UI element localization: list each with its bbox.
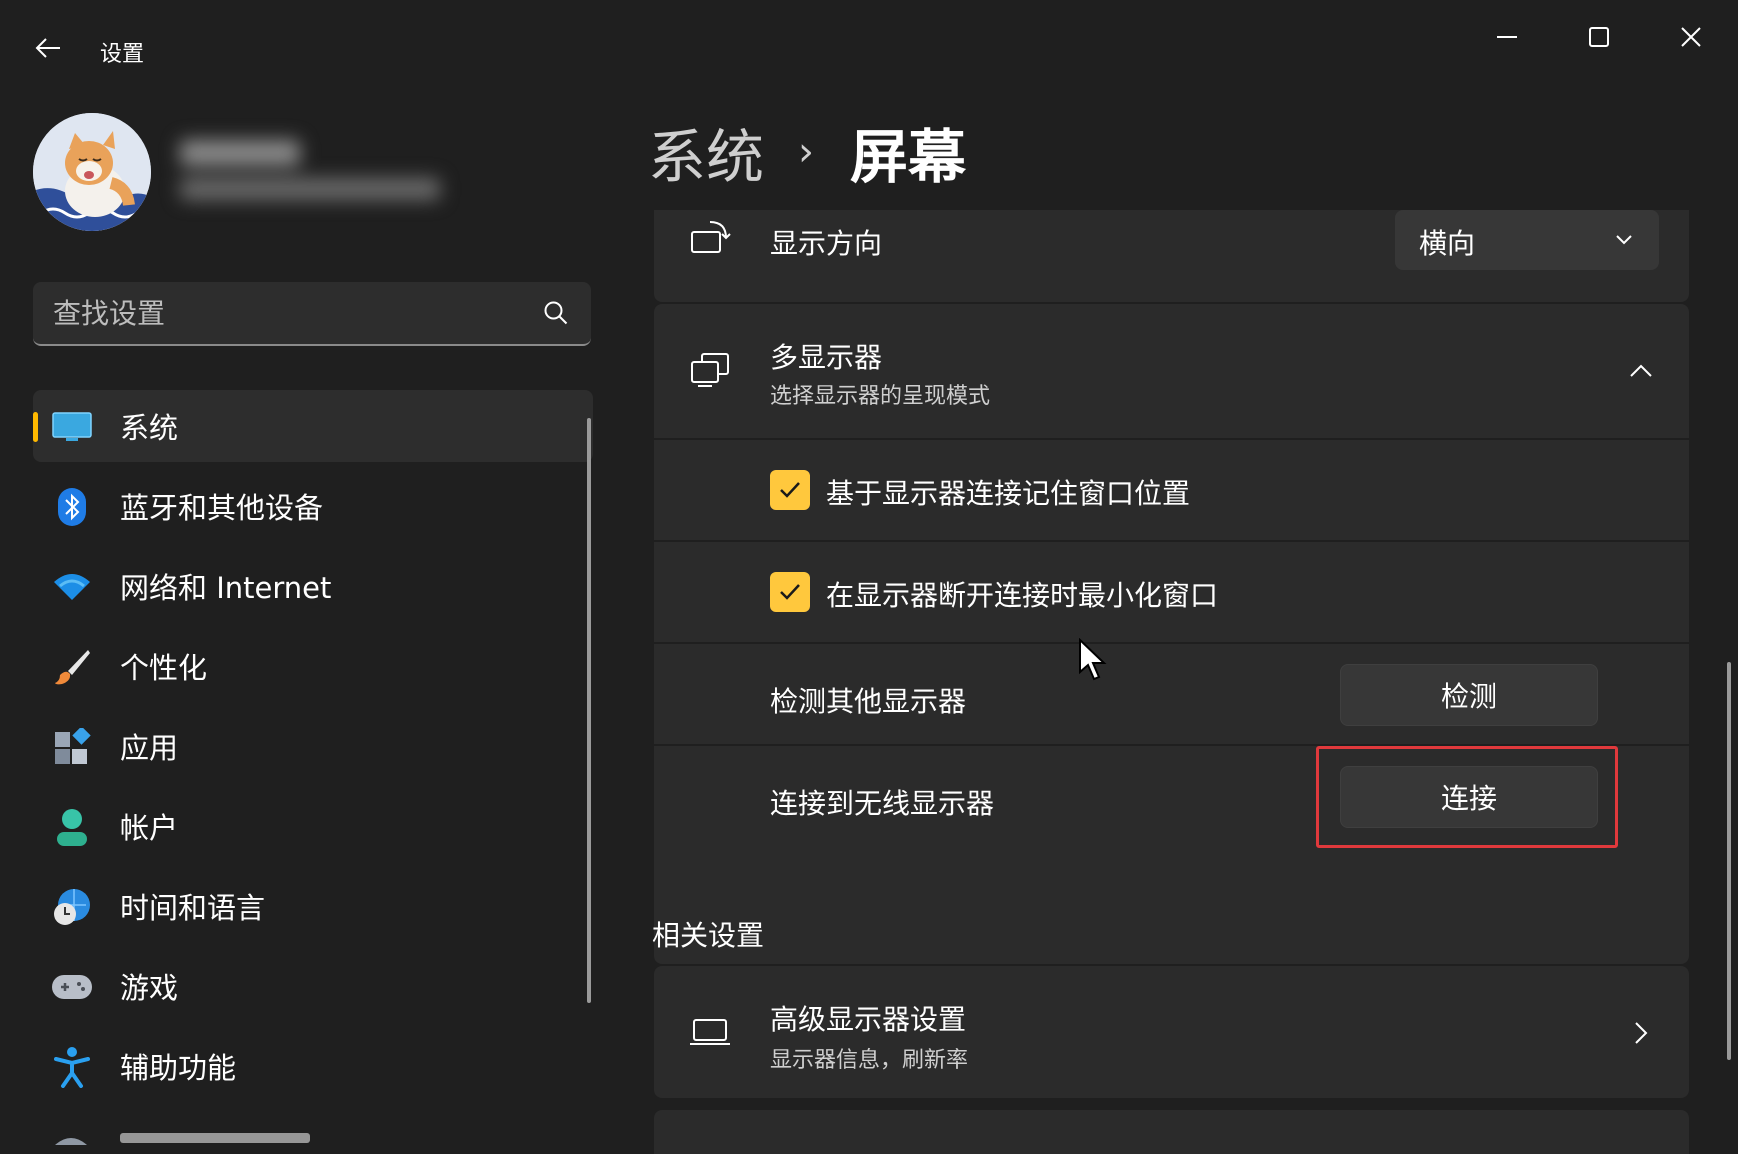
sidebar-item-apps[interactable]: 应用 (33, 710, 593, 782)
sidebar-item-network[interactable]: 网络和 Internet (33, 550, 593, 622)
screen-rotate-icon (691, 221, 731, 253)
search-input[interactable] (53, 282, 523, 344)
minimize-button[interactable] (1472, 12, 1542, 62)
advanced-display-subtitle: 显示器信息，刷新率 (770, 1048, 969, 1073)
chevron-down-icon (1616, 235, 1632, 245)
sidebar-item-label: 网络和 Internet (120, 571, 332, 605)
apps-icon (51, 726, 93, 768)
maximize-icon (1589, 27, 1609, 47)
connect-button-highlight (1316, 746, 1618, 848)
sidebar-item-label: 应用 (120, 731, 179, 765)
gamepad-icon (51, 966, 93, 1008)
minimize-window-checkbox[interactable] (770, 572, 810, 612)
sidebar-item-bluetooth[interactable]: 蓝牙和其他设备 (33, 470, 593, 542)
minimize-window-label[interactable]: 在显示器断开连接时最小化窗口 (826, 574, 1218, 614)
accessibility-icon (51, 1046, 93, 1088)
detect-displays-row: 检测其他显示器 检测 (654, 644, 1689, 744)
sidebar-item-label: 时间和语言 (120, 891, 266, 925)
multiple-displays-card: 多显示器 选择显示器的呈现模式 基于显示器连接记住窗口位置 在显示器断开连接时最… (654, 304, 1689, 964)
wireless-display-label: 连接到无线显示器 (770, 787, 995, 820)
advanced-display-settings-row[interactable]: 高级显示器设置 显示器信息，刷新率 (654, 966, 1689, 1098)
bluetooth-icon (51, 486, 93, 528)
sidebar-item-accessibility[interactable]: 辅助功能 (33, 1030, 593, 1102)
minimize-icon (1497, 36, 1517, 38)
breadcrumb-separator: › (798, 129, 815, 175)
detect-displays-label: 检测其他显示器 (770, 685, 967, 718)
chevron-up-icon[interactable] (1628, 358, 1654, 384)
multiple-displays-header[interactable]: 多显示器 选择显示器的呈现模式 (654, 304, 1689, 438)
laptop-icon (690, 1019, 730, 1045)
sidebar-scrollbar[interactable] (587, 418, 591, 1003)
breadcrumb-parent[interactable]: 系统 (648, 110, 764, 194)
close-icon (1681, 27, 1701, 47)
paintbrush-icon (51, 646, 93, 688)
account-icon (51, 806, 93, 848)
profile-info-blurred (170, 140, 460, 210)
sidebar-item-label: 个性化 (120, 651, 208, 685)
globe-clock-icon (51, 886, 93, 928)
main-content: 显示方向 横向 多显示器 选择显示器的呈现模式 基于显示器连接记住窗口位置 在显… (654, 210, 1689, 1154)
sidebar-item-personalization[interactable]: 个性化 (33, 630, 593, 702)
wifi-icon (51, 566, 93, 608)
related-settings-heading: 相关设置 (652, 919, 765, 952)
sidebar-item-gaming[interactable]: 游戏 (33, 950, 593, 1022)
cut-off-label (120, 1133, 310, 1143)
avatar[interactable] (33, 113, 151, 231)
shield-icon (55, 1138, 87, 1145)
chevron-right-icon (1635, 1022, 1648, 1044)
remember-window-checkbox[interactable] (770, 470, 810, 510)
sidebar-item-label: 蓝牙和其他设备 (120, 491, 324, 525)
orientation-value: 横向 (1419, 227, 1476, 260)
sidebar-item-system[interactable]: 系统 (33, 390, 593, 462)
sidebar-nav: 系统 蓝牙和其他设备 网络和 Internet 个性化 应用 帐户 时间和语言 … (33, 390, 593, 1110)
content-scrollbar[interactable] (1727, 662, 1731, 1060)
remember-window-label[interactable]: 基于显示器连接记住窗口位置 (826, 472, 1190, 512)
multiple-displays-title: 多显示器 (770, 341, 883, 374)
checkmark-icon (780, 482, 800, 498)
sidebar-item-label: 系统 (120, 411, 179, 445)
next-related-setting-row[interactable] (654, 1110, 1689, 1154)
page-title: 屏幕 (850, 123, 967, 191)
sidebar-item-label: 游戏 (120, 971, 179, 1005)
back-button[interactable] (28, 28, 68, 68)
display-orientation-row: 显示方向 横向 (654, 210, 1689, 302)
orientation-dropdown[interactable]: 横向 (1395, 210, 1659, 270)
breadcrumb: 系统 › 屏幕 (648, 112, 966, 192)
advanced-display-title: 高级显示器设置 (770, 1003, 967, 1036)
title-bar: 设置 (0, 0, 1738, 100)
option-minimize-window-row: 在显示器断开连接时最小化窗口 (654, 542, 1689, 642)
close-button[interactable] (1656, 12, 1726, 62)
back-arrow-icon (35, 38, 60, 58)
search-icon[interactable] (543, 300, 569, 326)
search-box[interactable] (33, 282, 591, 346)
option-remember-window-row: 基于显示器连接记住窗口位置 (654, 440, 1689, 540)
system-monitor-icon (51, 406, 93, 448)
checkmark-icon (780, 584, 800, 600)
active-indicator (33, 412, 38, 442)
multiple-displays-subtitle: 选择显示器的呈现模式 (770, 384, 991, 409)
sidebar-item-label: 帐户 (120, 811, 179, 845)
detect-button[interactable]: 检测 (1340, 664, 1598, 726)
orientation-label: 显示方向 (770, 227, 883, 260)
mouse-cursor-icon (1079, 638, 1107, 681)
maximize-button[interactable] (1564, 12, 1634, 62)
sidebar-item-label: 辅助功能 (120, 1051, 237, 1085)
sidebar-item-time-language[interactable]: 时间和语言 (33, 870, 593, 942)
sidebar-item-accounts[interactable]: 帐户 (33, 790, 593, 862)
sidebar-item-privacy-partial[interactable] (33, 1125, 593, 1154)
app-title: 设置 (100, 42, 145, 67)
multiple-monitors-icon (691, 353, 729, 387)
cat-avatar-image (33, 113, 151, 231)
